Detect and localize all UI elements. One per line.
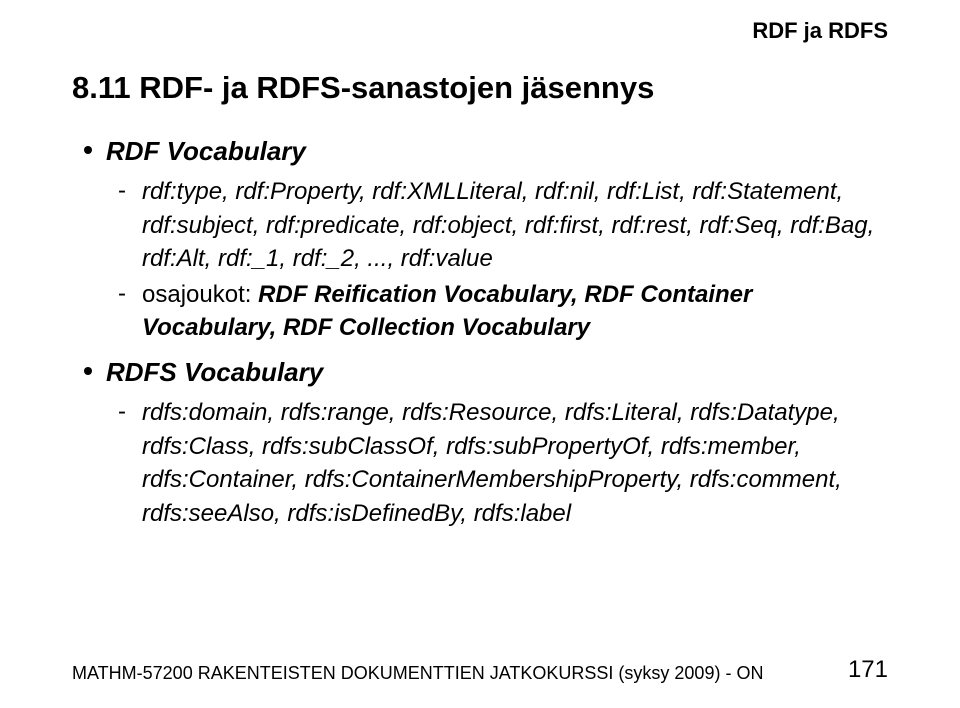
sub-list: - rdf:type, rdf:Property, rdf:XMLLiteral… [84,175,888,345]
section-rdf-vocabulary: RDF Vocabulary - rdf:type, rdf:Property,… [84,134,888,345]
list-item: - rdfs:domain, rdfs:range, rdfs:Resource… [118,396,888,530]
footer-text: MATHM-57200 RAKENTEISTEN DOKUMENTTIEN JA… [72,663,763,684]
section-rdfs-vocabulary: RDFS Vocabulary - rdfs:domain, rdfs:rang… [84,355,888,530]
dash-icon: - [118,175,130,207]
item-prefix: osajoukot: [142,281,258,308]
item-text: rdf:type, rdf:Property, rdf:XMLLiteral, … [142,175,888,276]
sub-list: - rdfs:domain, rdfs:range, rdfs:Resource… [84,396,888,530]
bullet-icon [84,367,92,375]
slide-title: 8.11 RDF- ja RDFS-sanastojen jäsennys [72,70,888,106]
slide-page: RDF ja RDFS 8.11 RDF- ja RDFS-sanastojen… [0,0,960,708]
list-item: - osajoukot: RDF Reification Vocabulary,… [118,278,888,345]
slide-footer: MATHM-57200 RAKENTEISTEN DOKUMENTTIEN JA… [72,656,888,684]
dash-icon: - [118,396,130,428]
bullet-icon [84,146,92,154]
page-number: 171 [848,656,888,684]
dash-icon: - [118,278,130,310]
bullet-row: RDF Vocabulary [84,134,888,169]
item-text: osajoukot: RDF Reification Vocabulary, R… [142,278,888,345]
slide-header: RDF ja RDFS [752,18,888,44]
section-heading: RDF Vocabulary [106,134,306,169]
list-item: - rdf:type, rdf:Property, rdf:XMLLiteral… [118,175,888,276]
bullet-row: RDFS Vocabulary [84,355,888,390]
content-list: RDF Vocabulary - rdf:type, rdf:Property,… [72,134,888,531]
item-text: rdfs:domain, rdfs:range, rdfs:Resource, … [142,396,888,530]
section-heading: RDFS Vocabulary [106,355,323,390]
